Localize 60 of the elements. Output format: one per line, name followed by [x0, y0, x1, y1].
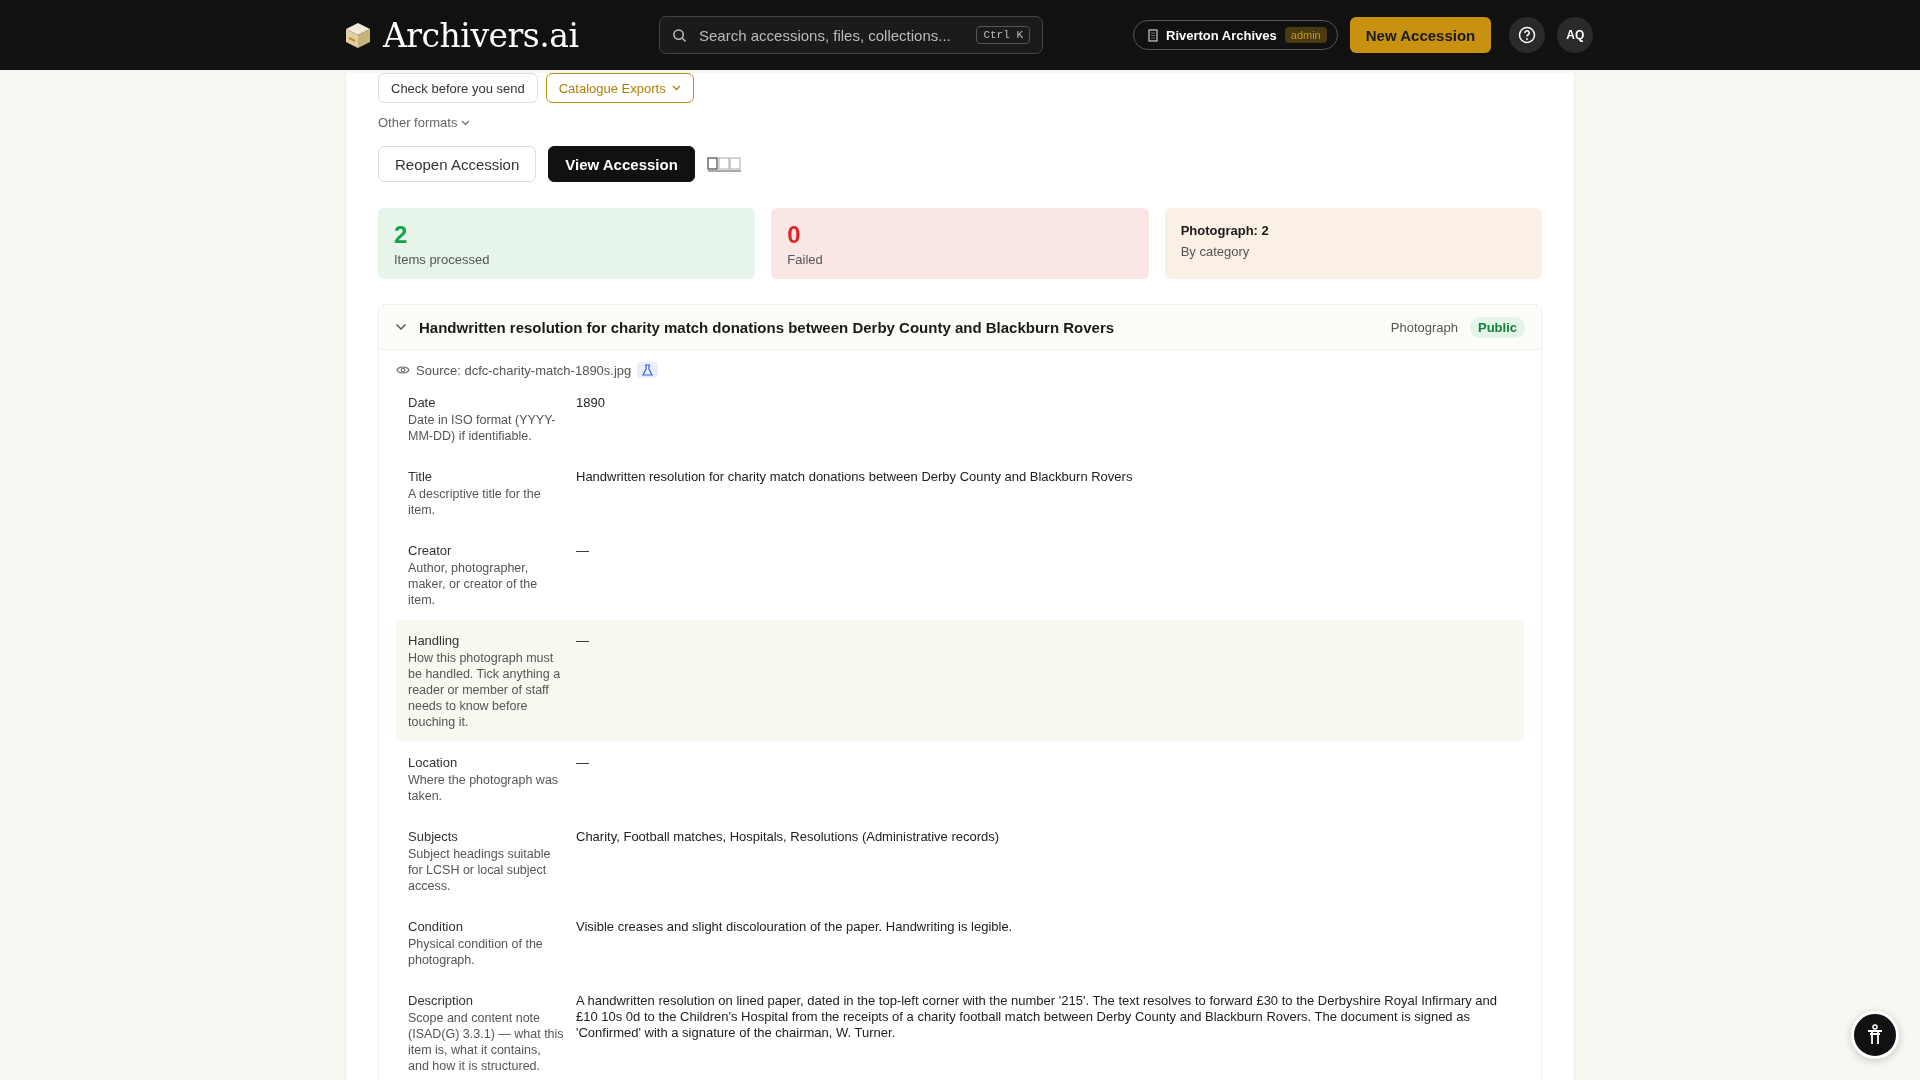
view-accession-button[interactable]: View Accession — [548, 146, 695, 182]
field-label: Handling — [408, 632, 461, 650]
field-hint: Physical condition of the photograph. — [408, 936, 544, 968]
user-avatar[interactable]: AQ — [1557, 17, 1594, 53]
field-value: 1890 — [576, 394, 606, 412]
stat-label: Failed — [787, 252, 824, 267]
stat-value: 0 — [787, 222, 802, 248]
source-filename: Source: dcfc-charity-match-1890s.jpg — [416, 362, 632, 378]
building-icon — [1148, 28, 1158, 42]
field-label: Title — [408, 468, 434, 486]
eye-icon — [396, 365, 410, 375]
field-value: — — [576, 754, 590, 772]
other-formats-link[interactable]: Other formats — [378, 115, 471, 130]
help-button[interactable] — [1509, 17, 1546, 53]
field-label: Subjects — [408, 828, 459, 846]
new-accession-button[interactable]: New Accession — [1349, 17, 1492, 53]
field-label: Creator — [408, 542, 453, 560]
chevron-icon[interactable] — [395, 323, 407, 331]
export-button[interactable]: Catalogue Exports — [545, 73, 694, 103]
reopen-accession-button[interactable]: Reopen Accession — [378, 146, 537, 182]
field-value: — — [576, 542, 590, 560]
search-input[interactable]: Search accessions, files, collections... — [697, 25, 967, 45]
field-hint: How this photograph must be handled. Tick anything a reader or member of staff needs to know before touching it. — [408, 650, 562, 730]
category-label: Photograph — [1390, 319, 1458, 335]
field-label: Condition — [408, 918, 464, 936]
field-value: A handwritten resolution on lined paper, dated in the top-left corner with the number '215'. The text resolves to forward £30 to the Derbyshire Royal Infirmary and £10 10s 0d to the Children's Hospital from the receipts of a charity football match between Derby County and Blackburn Rovers. The document is signed as 'Confirmed' with a signature of the chairman, W. Turner. — [576, 992, 1498, 1042]
field-label: Description — [408, 992, 475, 1010]
field-value: Charity, Football matches, Hospitals, Resolutions (Administrative records) — [576, 828, 1001, 846]
item-title: Handwritten resolution for charity match donations between Derby County and Blackburn Rovers — [419, 318, 1116, 336]
panels-icon[interactable] — [706, 156, 743, 172]
caret-icon — [461, 119, 471, 126]
stat-label: Items processed — [394, 252, 491, 267]
shortcut-hint: Ctrl K — [976, 26, 1030, 44]
field-hint: Where the photograph was taken. — [408, 772, 560, 804]
field-hint: Subject headings suitable for LCSH or local subject access. — [408, 846, 552, 894]
field-value: — — [576, 632, 590, 650]
brand-name: Archivers.ai — [383, 15, 579, 55]
help-icon — [1518, 26, 1537, 44]
field-hint: A descriptive title for the item. — [408, 486, 542, 518]
caret-icon — [671, 85, 681, 91]
flask-icon — [642, 364, 654, 376]
field-label: Location — [408, 754, 459, 772]
stat-value: Photograph: 2 — [1180, 222, 1270, 240]
search-icon — [672, 27, 687, 43]
stat-label: By category — [1180, 244, 1251, 259]
box-logo-icon — [343, 20, 373, 50]
field-hint: Scope and content note (ISAD(G) 3.3.1) — what this item is, what it contains, and how it is structured. — [408, 1010, 564, 1074]
export-button[interactable]: Check before you send — [378, 73, 538, 103]
role-badge: admin — [1284, 27, 1327, 43]
stat-value: 2 — [394, 222, 409, 248]
flask-button[interactable] — [637, 362, 659, 378]
field-hint: Author, photographer, maker, or creator of the item. — [408, 560, 539, 608]
visibility-badge: Public — [1470, 316, 1525, 338]
search-field[interactable]: Search accessions, files, collections... Ctrl K — [659, 16, 1043, 54]
field-value: Visible creases and slight discolouration of the paper. Handwriting is legible. — [576, 918, 1014, 936]
field-hint: Date in ISO format (YYYY-MM-DD) if identifiable. — [408, 412, 557, 444]
accessibility-button[interactable] — [1851, 1011, 1899, 1059]
accessibility-icon — [1865, 1024, 1885, 1046]
field-label: Date — [408, 394, 437, 412]
field-value: Handwritten resolution for charity match donations between Derby County and Blackburn Rovers — [576, 468, 1134, 486]
